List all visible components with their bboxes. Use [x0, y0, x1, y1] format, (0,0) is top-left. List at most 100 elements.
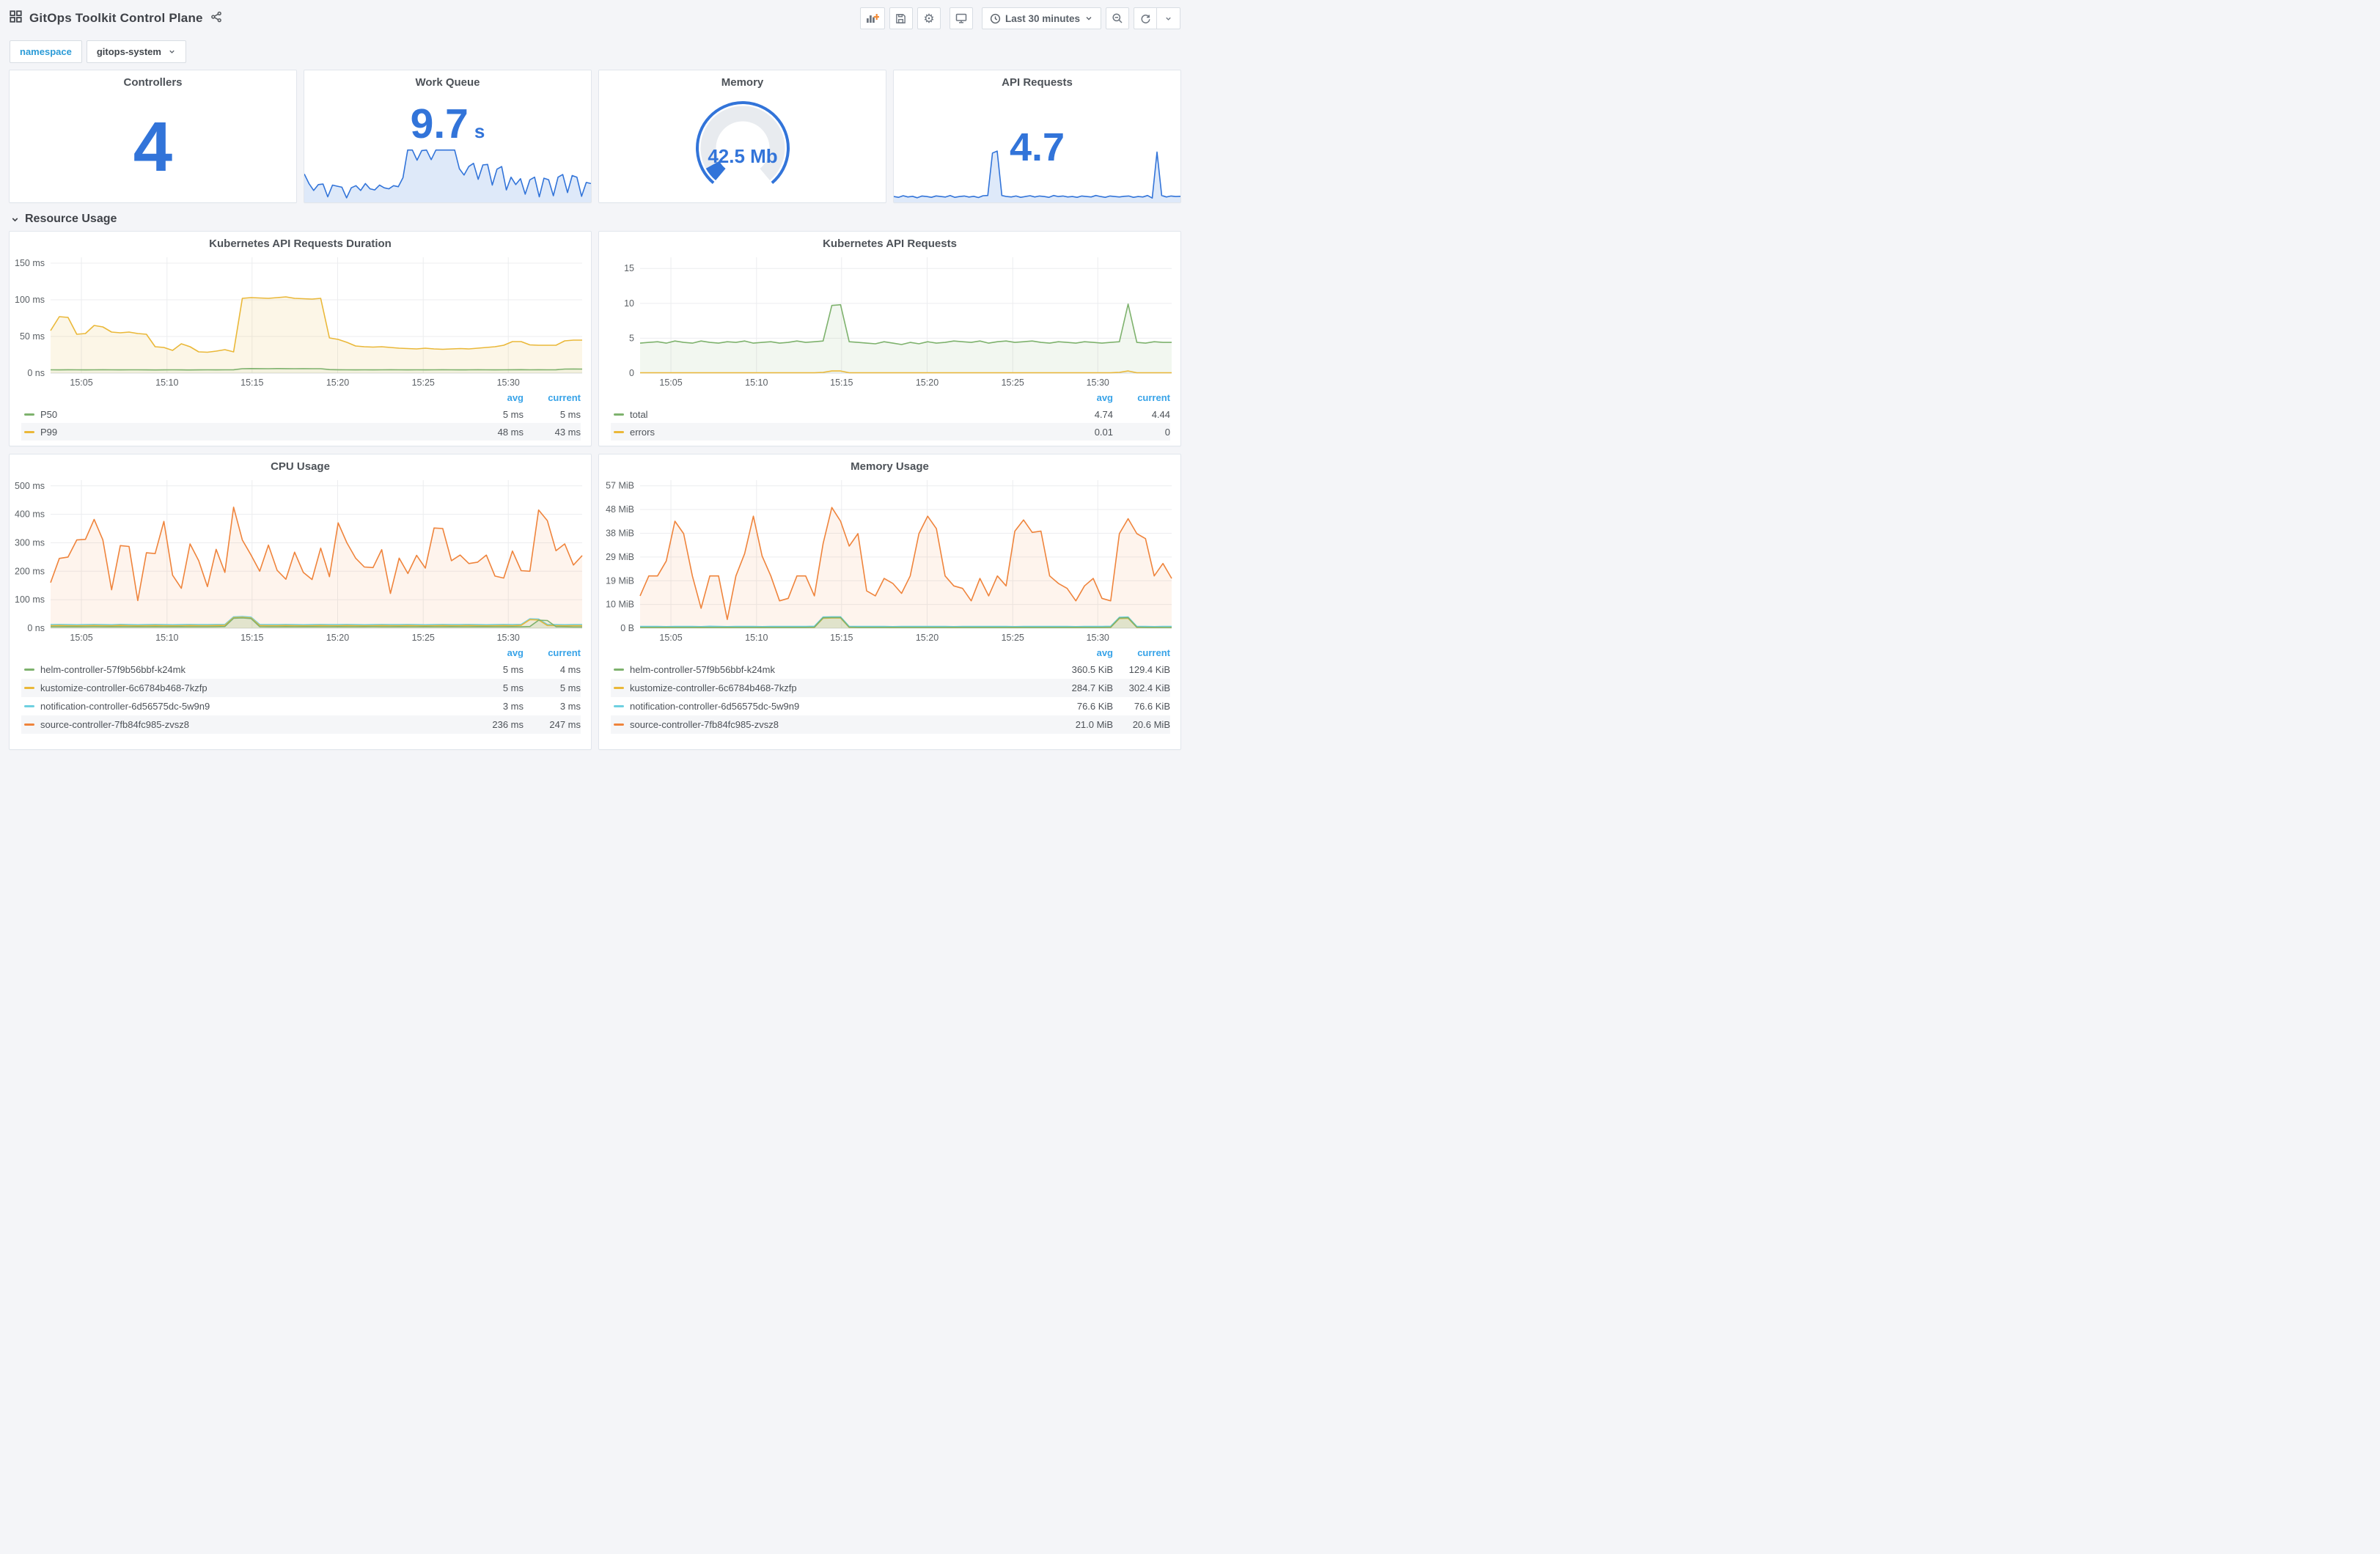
tv-kiosk-button[interactable]: [949, 7, 973, 29]
section-resource-usage[interactable]: Resource Usage: [0, 213, 1190, 226]
series-swatch: [24, 669, 34, 671]
legend-series-name[interactable]: helm-controller-57f9b56bbf-k24mk: [40, 664, 458, 675]
refresh-interval-dropdown[interactable]: [1157, 7, 1180, 29]
legend-sort-current[interactable]: current: [1113, 647, 1170, 658]
legend-header: avg current: [21, 644, 581, 660]
svg-text:15:20: 15:20: [916, 633, 939, 643]
legend-row: total 4.74 4.44: [611, 405, 1170, 423]
legend-sort-current[interactable]: current: [1113, 392, 1170, 403]
legend-avg-value: 48 ms: [497, 426, 524, 438]
add-panel-button[interactable]: [859, 7, 885, 29]
cpu-usage-plot[interactable]: 15:05 15:10 15:15 15:20 15:25 15:30 0 ns 100 ms…: [10, 473, 591, 644]
legend-avg-value: 4.74: [1094, 408, 1113, 420]
svg-text:48 MiB: 48 MiB: [606, 504, 634, 515]
share-icon[interactable]: [210, 11, 222, 26]
chevron-down-icon: [12, 217, 18, 221]
legend-series-name[interactable]: errors: [630, 427, 1047, 438]
legend-sort-avg[interactable]: avg: [1047, 392, 1113, 403]
legend-current-value: 20.6 MiB: [1132, 719, 1170, 730]
stats-row: Controllers 4 Work Queue 9.7 s Memory 42…: [0, 70, 1190, 203]
legend-row: kustomize-controller-6c6784b468-7kzfp 5 m…: [21, 679, 581, 697]
legend-series-name[interactable]: notification-controller-6d56575dc-5w9n9: [40, 701, 458, 712]
legend-series-name[interactable]: P50: [40, 409, 458, 420]
panel-title[interactable]: Kubernetes API Requests Duration: [10, 232, 591, 250]
svg-text:15:20: 15:20: [326, 633, 349, 643]
save-dashboard-button[interactable]: [889, 7, 913, 29]
legend-sort-avg[interactable]: avg: [458, 647, 524, 658]
svg-text:15:20: 15:20: [326, 378, 349, 388]
legend-series-name[interactable]: kustomize-controller-6c6784b468-7kzfp: [40, 682, 458, 693]
legend-series-name[interactable]: total: [630, 409, 1047, 420]
legend-series-name[interactable]: helm-controller-57f9b56bbf-k24mk: [630, 664, 1047, 675]
legend: avg current P50 5 ms 5 ms P99 48 ms 43 ms: [10, 389, 591, 443]
legend-series-name[interactable]: P99: [40, 427, 458, 438]
panel-title[interactable]: Memory Usage: [599, 454, 1180, 473]
legend-row: source-controller-7fb84fc985-zvsz8 236 ms…: [21, 715, 581, 734]
legend-current-value: 5 ms: [559, 682, 581, 693]
panel-cpu-usage: CPU Usage 15:05 15:10 15:15 15:20 15:25 15:30…: [9, 454, 592, 750]
legend-avg-value: 284.7 KiB: [1071, 682, 1113, 693]
legend-sort-current[interactable]: current: [524, 392, 581, 403]
svg-text:15:30: 15:30: [1087, 633, 1109, 643]
section-title: Resource Usage: [25, 213, 117, 225]
legend-series-name[interactable]: notification-controller-6d56575dc-5w9n9: [630, 701, 1047, 712]
svg-text:0 ns: 0 ns: [27, 623, 45, 633]
legend-avg-value: 360.5 KiB: [1071, 664, 1113, 675]
refresh-button[interactable]: [1134, 7, 1157, 29]
series-swatch: [614, 705, 624, 707]
chevron-down-icon: [1166, 17, 1171, 21]
refresh-icon: [1141, 14, 1150, 23]
svg-text:10 MiB: 10 MiB: [606, 600, 634, 610]
memory-usage-plot[interactable]: 15:05 15:10 15:15 15:20 15:25 15:30 0 B 10 MiB 1…: [599, 473, 1180, 644]
legend-current-value: 43 ms: [554, 426, 581, 438]
panel-title[interactable]: Work Queue: [304, 70, 591, 89]
svg-text:15:15: 15:15: [240, 378, 263, 388]
panel-title[interactable]: CPU Usage: [10, 454, 591, 473]
legend-series-name[interactable]: source-controller-7fb84fc985-zvsz8: [630, 719, 1047, 730]
panel-title[interactable]: Memory: [599, 70, 886, 89]
svg-text:100 ms: 100 ms: [15, 295, 45, 305]
legend-row: errors 0.01 0: [611, 423, 1170, 441]
series-swatch: [614, 723, 624, 726]
series-swatch: [24, 430, 34, 433]
legend-current-value: 76.6 KiB: [1134, 701, 1170, 712]
legend-series-name[interactable]: source-controller-7fb84fc985-zvsz8: [40, 719, 458, 730]
legend-avg-value: 0.01: [1094, 426, 1113, 438]
svg-text:38 MiB: 38 MiB: [606, 528, 634, 538]
dashboard-grid-icon[interactable]: [10, 10, 22, 26]
series-swatch: [614, 413, 624, 416]
time-range-picker[interactable]: Last 30 minutes: [981, 7, 1101, 29]
svg-text:0: 0: [629, 368, 634, 378]
settings-button[interactable]: ⚙: [917, 7, 941, 29]
k8s-api-requests-plot[interactable]: 15:05 15:10 15:15 15:20 15:25 15:30 0 5 10 15: [599, 250, 1180, 389]
legend-sort-current[interactable]: current: [524, 647, 581, 658]
svg-text:15:30: 15:30: [1087, 378, 1109, 388]
k8s-api-requests-duration-plot[interactable]: 15:05 15:10 15:15 15:20 15:25 15:30 0 ns 50 ms 1…: [10, 250, 591, 389]
svg-text:10: 10: [624, 298, 634, 309]
panel-work-queue: Work Queue 9.7 s: [304, 70, 592, 203]
variables-bar: namespace gitops-system: [0, 37, 1190, 70]
svg-text:15:15: 15:15: [240, 633, 263, 643]
svg-text:15:15: 15:15: [830, 633, 853, 643]
graphs-row-1: Kubernetes API Requests Duration 15:05 15…: [0, 231, 1190, 446]
legend-series-name[interactable]: kustomize-controller-6c6784b468-7kzfp: [630, 682, 1047, 693]
legend-sort-avg[interactable]: avg: [1047, 647, 1113, 658]
svg-text:15:10: 15:10: [155, 378, 178, 388]
legend-sort-avg[interactable]: avg: [458, 392, 524, 403]
svg-text:15:05: 15:05: [659, 378, 682, 388]
panel-title[interactable]: API Requests: [894, 70, 1180, 89]
svg-text:15:15: 15:15: [830, 378, 853, 388]
svg-text:100 ms: 100 ms: [15, 594, 45, 605]
panel-k8s-api-requests-duration: Kubernetes API Requests Duration 15:05 15…: [9, 231, 592, 446]
stat-value: 9.7: [410, 100, 469, 147]
panel-title[interactable]: Controllers: [10, 70, 296, 89]
panel-title[interactable]: Kubernetes API Requests: [599, 232, 1180, 250]
panel-memory: Memory 42.5 Mb: [598, 70, 886, 203]
chevron-down-icon: [169, 50, 175, 54]
zoom-out-button[interactable]: [1106, 7, 1129, 29]
variable-value-dropdown[interactable]: gitops-system: [86, 40, 186, 63]
svg-text:15:25: 15:25: [412, 378, 435, 388]
legend-avg-value: 21.0 MiB: [1075, 719, 1113, 730]
svg-text:0 ns: 0 ns: [27, 368, 45, 378]
svg-text:0 B: 0 B: [620, 623, 634, 633]
